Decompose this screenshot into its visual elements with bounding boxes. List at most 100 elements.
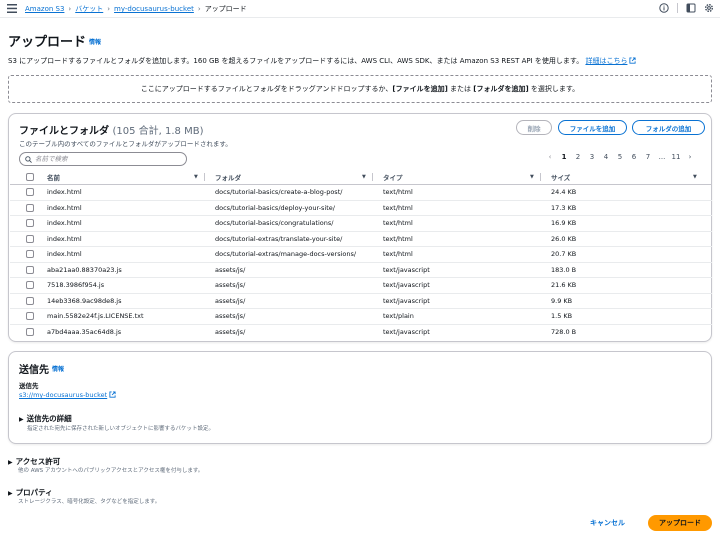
file-size: 21.6 KB: [551, 281, 577, 290]
column-header-size[interactable]: サイズ: [551, 169, 570, 184]
file-size: 20.7 KB: [551, 250, 577, 259]
destination-title: 送信先 情報: [19, 361, 64, 376]
caret-right-icon: ▶: [8, 459, 13, 466]
sort-down-icon[interactable]: ▼: [194, 174, 198, 180]
table-row: index.html docs/tutorial-basics/create-a…: [10, 185, 712, 201]
caret-right-icon: ▶: [19, 416, 24, 423]
row-checkbox-cell: [26, 201, 34, 216]
info-icon[interactable]: [659, 3, 669, 13]
file-size: 9.9 KB: [551, 296, 573, 305]
page-2[interactable]: 2: [571, 153, 585, 161]
page-1[interactable]: 1: [557, 153, 571, 161]
properties-title: プロパティ: [15, 488, 53, 497]
pagination: ‹ 1 2 3 4 5 6 7 ... 11 ›: [543, 153, 697, 161]
remove-button[interactable]: 削除: [516, 120, 552, 135]
search-box: [19, 152, 187, 166]
file-folder: assets/js/: [215, 296, 246, 305]
destination-info-link[interactable]: 情報: [52, 366, 64, 373]
destination-details-desc: 指定された宛先に保存された新しいオブジェクトに影響するバケット設定。: [27, 426, 215, 432]
destination-label: 送信先: [19, 382, 39, 390]
sort-down-icon[interactable]: ▼: [362, 174, 366, 180]
row-checkbox[interactable]: [26, 234, 34, 243]
column-divider: [372, 173, 373, 181]
column-header-folder[interactable]: フォルダ: [215, 169, 241, 184]
row-checkbox-cell: [26, 278, 34, 293]
search-input[interactable]: [35, 154, 183, 164]
breadcrumb-buckets[interactable]: バケット: [75, 4, 103, 14]
drop-zone[interactable]: ここにアップロードするファイルとフォルダをドラッグアンドドロップするか、[ファイ…: [8, 75, 712, 103]
drop-zone-add-files: [ファイルを追加]: [392, 85, 448, 93]
caret-right-icon: ▶: [8, 490, 13, 497]
drop-zone-text-middle: または: [447, 85, 474, 93]
prev-page-icon[interactable]: ‹: [543, 153, 557, 161]
files-subtitle: このテーブル内のすべてのファイルとフォルダがアップロードされます。: [19, 140, 232, 148]
row-checkbox[interactable]: [26, 312, 34, 321]
drop-zone-add-folder: [フォルダを追加]: [473, 85, 529, 93]
select-all-checkbox[interactable]: [26, 172, 34, 181]
upload-button[interactable]: アップロード: [648, 515, 712, 531]
page-11[interactable]: 11: [669, 153, 683, 161]
side-panel-icon[interactable]: [686, 3, 696, 13]
file-size: 728.0 B: [551, 328, 577, 337]
file-size: 183.0 B: [551, 265, 577, 274]
files-panel: ファイルとフォルダ (105 合計, 1.8 MB) このテーブル内のすべてのフ…: [8, 113, 712, 342]
page-description: S3 にアップロードするファイルとフォルダを追加します。160 GB を超えるフ…: [8, 56, 637, 66]
row-checkbox[interactable]: [26, 250, 34, 259]
row-checkbox[interactable]: [26, 281, 34, 290]
table-row: 14eb3368.9ac98de8.js assets/js/ text/jav…: [10, 294, 712, 309]
external-link-icon: [629, 57, 637, 64]
breadcrumb-s3[interactable]: Amazon S3: [25, 5, 64, 13]
file-folder: assets/js/: [215, 328, 246, 337]
table-row: index.html docs/tutorial-extras/translat…: [10, 232, 712, 247]
file-type: text/javascript: [383, 265, 430, 274]
row-checkbox[interactable]: [26, 203, 34, 212]
page-4[interactable]: 4: [599, 153, 613, 161]
table-row: 7518.3986f954.js assets/js/ text/javascr…: [10, 278, 712, 294]
add-folder-button[interactable]: フォルダの追加: [632, 120, 705, 135]
file-folder: docs/tutorial-extras/manage-docs-version…: [215, 250, 357, 259]
column-header-type[interactable]: タイプ: [383, 169, 403, 184]
file-size: 26.0 KB: [551, 234, 577, 243]
row-checkbox-cell: [26, 263, 34, 278]
page-title-text: アップロード: [8, 35, 87, 50]
cancel-button[interactable]: キャンセル: [590, 518, 625, 528]
page-5[interactable]: 5: [613, 153, 627, 161]
row-checkbox-cell: [26, 232, 34, 247]
file-type: text/html: [383, 234, 413, 243]
page-7[interactable]: 7: [641, 153, 655, 161]
learn-more-link[interactable]: 詳細はこちら: [585, 57, 627, 65]
row-checkbox[interactable]: [26, 265, 34, 274]
file-folder: assets/js/: [215, 312, 246, 321]
file-type: text/javascript: [383, 296, 430, 305]
row-checkbox-cell: [26, 325, 34, 341]
sort-down-icon[interactable]: ▼: [693, 174, 697, 180]
row-checkbox[interactable]: [26, 219, 34, 228]
breadcrumb-current: アップロード: [204, 5, 247, 13]
file-size: 24.4 KB: [551, 188, 577, 197]
breadcrumb-separator: ›: [197, 5, 201, 13]
drop-zone-text: ここにアップロードするファイルとフォルダをドラッグアンドドロップするか、: [140, 85, 393, 93]
gear-icon[interactable]: [704, 3, 714, 13]
file-folder: docs/tutorial-basics/deploy-your-site/: [215, 203, 335, 212]
page-title: アップロード 情報: [8, 31, 101, 50]
add-files-button[interactable]: ファイルを追加: [558, 120, 627, 135]
file-name: index.html: [47, 234, 82, 243]
column-header-name[interactable]: 名前: [47, 169, 60, 184]
next-page-icon[interactable]: ›: [683, 153, 697, 161]
row-checkbox[interactable]: [26, 296, 34, 305]
destination-link-wrap: s3://my-docusaurus-bucket: [19, 391, 116, 399]
row-checkbox[interactable]: [26, 328, 34, 337]
page-3[interactable]: 3: [585, 153, 599, 161]
file-name: 14eb3368.9ac98de8.js: [47, 296, 122, 305]
destination-details-toggle[interactable]: ▶ 送信先の詳細: [19, 413, 72, 424]
destination-link[interactable]: s3://my-docusaurus-bucket: [19, 391, 107, 399]
table-row: index.html docs/tutorial-extras/manage-d…: [10, 247, 712, 263]
sort-down-icon[interactable]: ▼: [530, 174, 534, 180]
menu-icon[interactable]: [7, 4, 17, 13]
page-6[interactable]: 6: [627, 153, 641, 161]
breadcrumb-bucket[interactable]: my-docusaurus-bucket: [114, 5, 194, 13]
file-size: 17.3 KB: [551, 203, 577, 212]
file-type: text/plain: [383, 312, 414, 321]
row-checkbox[interactable]: [26, 188, 34, 197]
info-link[interactable]: 情報: [89, 39, 101, 46]
